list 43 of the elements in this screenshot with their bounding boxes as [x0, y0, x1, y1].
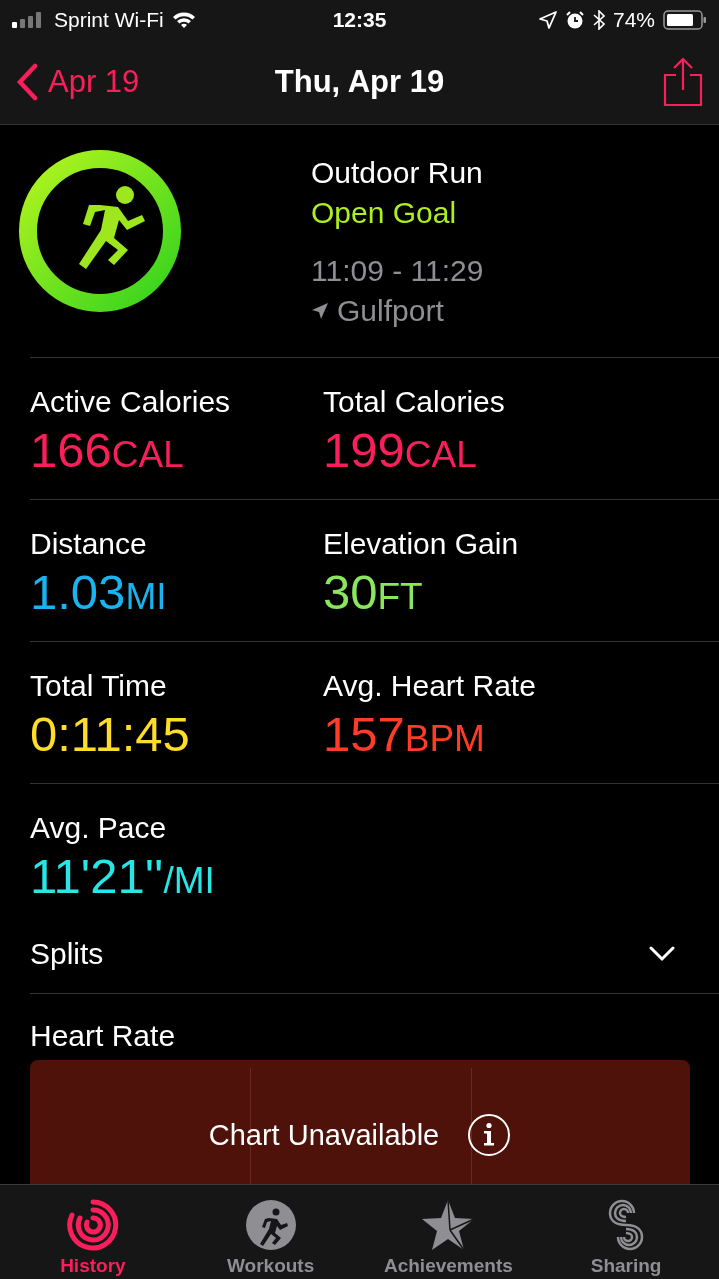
tab-item[interactable]: History: [4, 1185, 182, 1279]
section-title: Heart Rate: [30, 1018, 177, 1054]
metric-value: 0:11:45: [30, 706, 191, 763]
metric-label: Elevation Gain: [323, 526, 520, 562]
metric-value: 1.03MI: [30, 564, 168, 621]
metric-label: Avg. Pace: [30, 810, 168, 846]
clock-time: 12:35: [332, 8, 387, 32]
back-chevron-icon: [16, 63, 38, 101]
metric-label: Total Calories: [323, 384, 506, 420]
tab-item[interactable]: Sharing: [537, 1185, 715, 1279]
bluetooth-icon: [592, 10, 605, 30]
chevron-icon: [649, 945, 675, 962]
splits-row[interactable]: Splits: [30, 914, 719, 994]
location-arrow-icon: [538, 11, 557, 29]
rings-icon: [66, 1199, 119, 1251]
metric-value: 166CAL: [30, 422, 185, 479]
metric-value: 157BPM: [323, 706, 486, 763]
workout-goal: Open Goal: [311, 195, 458, 231]
metric-label: Avg. Heart Rate: [323, 668, 537, 704]
tab-item[interactable]: Achievements: [359, 1185, 538, 1279]
chart-message: Chart Unavailable: [208, 1118, 440, 1152]
workout-time-range: 11:09 - 11:29: [311, 253, 484, 289]
battery-icon: [663, 10, 707, 30]
metric-value: 11'21''/MI: [30, 848, 216, 905]
running-figure-icon: [244, 1199, 297, 1251]
metric-label: Active Calories: [30, 384, 232, 420]
info-icon[interactable]: [467, 1113, 512, 1157]
metric-value: 30FT: [323, 564, 424, 621]
metric-value: 199CAL: [323, 422, 478, 479]
metric-label: Distance: [30, 526, 148, 562]
star-icon: [421, 1199, 476, 1251]
workout-location: Gulfport: [337, 293, 444, 329]
carrier-name: Sprint Wi-Fi: [54, 8, 164, 32]
workout-name: Outdoor Run: [311, 155, 484, 191]
location-arrow-icon: [311, 302, 329, 320]
alarm-clock-icon: [564, 10, 585, 30]
page-title: Thu, Apr 19: [274, 64, 445, 100]
back-button[interactable]: Apr 19: [16, 63, 140, 101]
share-icon[interactable]: [663, 57, 703, 107]
tab-item[interactable]: Workouts: [181, 1185, 360, 1279]
wifi-icon: [171, 11, 196, 29]
metric-label: Total Time: [30, 668, 168, 704]
battery-percent: 74%: [612, 8, 655, 32]
